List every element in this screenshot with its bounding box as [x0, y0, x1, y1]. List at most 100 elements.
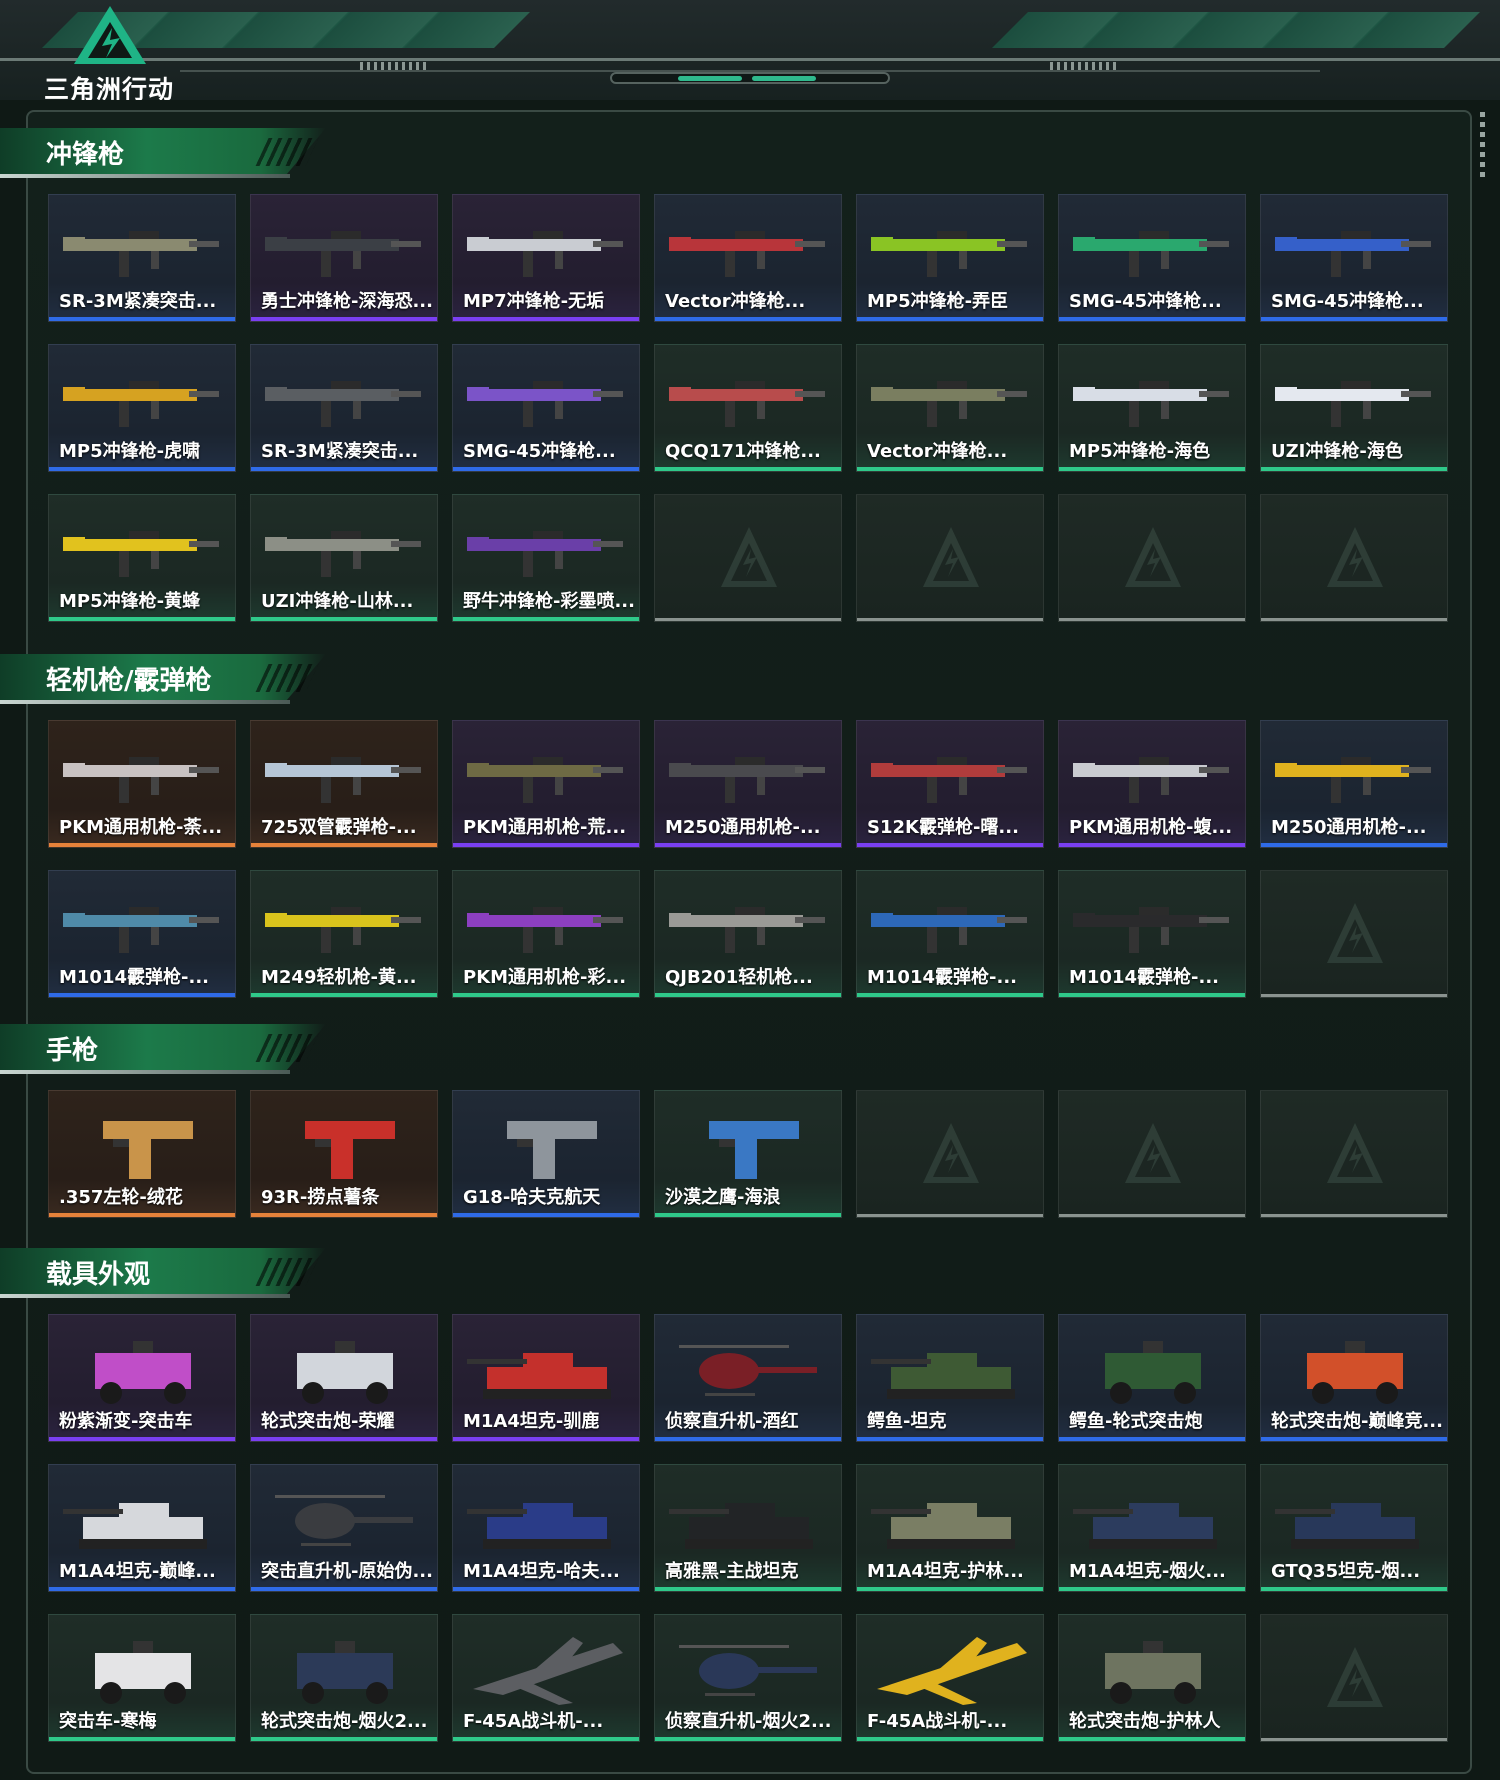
section-header-underline — [0, 1294, 290, 1298]
item-card[interactable]: S12K霰弹枪-曙... — [856, 720, 1044, 848]
item-card[interactable]: GTQ35坦克-烟... — [1260, 1464, 1448, 1592]
rarity-bar — [1261, 994, 1447, 997]
item-card[interactable]: M1014霰弹枪-... — [48, 870, 236, 998]
item-card[interactable]: .357左轮-绒花 — [48, 1090, 236, 1218]
item-card[interactable]: 725双管霰弹枪-... — [250, 720, 438, 848]
gun-skin-image — [1073, 381, 1229, 427]
rarity-bar — [453, 467, 639, 471]
pistol-skin-image — [709, 1121, 799, 1179]
item-card[interactable]: 鳄鱼-轮式突击炮 — [1058, 1314, 1246, 1442]
tank-skin-image — [467, 1503, 611, 1549]
item-card[interactable]: UZI冲锋枪-山林... — [250, 494, 438, 622]
item-card[interactable]: SR-3M紧凑突击... — [48, 194, 236, 322]
item-card[interactable]: M1A4坦克-护林... — [856, 1464, 1044, 1592]
item-card[interactable]: G18-哈夫克航天 — [452, 1090, 640, 1218]
item-card[interactable]: PKM通用机枪-彩... — [452, 870, 640, 998]
item-label: 轮式突击炮-荣耀 — [261, 1411, 395, 1432]
item-card[interactable]: 侦察直升机-烟火2... — [654, 1614, 842, 1742]
gun-skin-image — [265, 757, 421, 803]
item-card[interactable]: Vector冲锋枪... — [654, 194, 842, 322]
item-label: 轮式突击炮-护林人 — [1069, 1711, 1221, 1732]
item-card[interactable]: UZI冲锋枪-海色 — [1260, 344, 1448, 472]
rarity-bar — [1261, 1738, 1447, 1741]
rarity-bar — [1261, 843, 1447, 847]
item-card[interactable]: F-45A战斗机-... — [856, 1614, 1044, 1742]
rarity-bar — [655, 467, 841, 471]
item-card[interactable]: MP5冲锋枪-黄蜂 — [48, 494, 236, 622]
item-card[interactable]: M250通用机枪-... — [654, 720, 842, 848]
rarity-bar — [49, 1437, 235, 1441]
scrollbar[interactable] — [1480, 112, 1485, 178]
gun-skin-image — [265, 381, 421, 427]
item-card[interactable]: SMG-45冲锋枪... — [452, 344, 640, 472]
item-label: MP7冲锋枪-无垢 — [463, 291, 605, 312]
item-label: M250通用机枪-... — [665, 817, 821, 838]
item-card[interactable]: QCQ171冲锋枪... — [654, 344, 842, 472]
empty-slot-logo-icon — [1327, 1647, 1383, 1707]
item-card[interactable]: PKM通用机枪-荼... — [48, 720, 236, 848]
rarity-bar — [251, 1213, 437, 1217]
gun-skin-image — [265, 531, 421, 577]
item-card[interactable]: MP5冲锋枪-弄臣 — [856, 194, 1044, 322]
gun-skin-image — [1073, 757, 1229, 803]
rarity-bar — [655, 1587, 841, 1591]
heli-skin-image — [275, 1495, 413, 1546]
item-card[interactable]: PKM通用机枪-蝮... — [1058, 720, 1246, 848]
item-card[interactable]: 突击车-寒梅 — [48, 1614, 236, 1742]
rarity-bar — [857, 1214, 1043, 1217]
item-card[interactable]: 93R-捞点薯条 — [250, 1090, 438, 1218]
item-card[interactable]: 轮式突击炮-护林人 — [1058, 1614, 1246, 1742]
item-card[interactable]: MP7冲锋枪-无垢 — [452, 194, 640, 322]
item-label: 沙漠之鹰-海浪 — [665, 1187, 781, 1208]
item-card[interactable]: F-45A战斗机-... — [452, 1614, 640, 1742]
item-card[interactable]: 轮式突击炮-烟火2... — [250, 1614, 438, 1742]
item-card[interactable]: M1A4坦克-哈夫... — [452, 1464, 640, 1592]
rarity-bar — [49, 1213, 235, 1217]
rarity-bar — [453, 1437, 639, 1441]
pistol-skin-image — [305, 1121, 395, 1179]
item-card[interactable]: M250通用机枪-... — [1260, 720, 1448, 848]
rarity-bar — [857, 467, 1043, 471]
item-card[interactable]: M1A4坦克-驯鹿 — [452, 1314, 640, 1442]
item-card[interactable]: M1A4坦克-烟火... — [1058, 1464, 1246, 1592]
gun-skin-image — [1275, 757, 1431, 803]
item-card[interactable]: 突击直升机-原始伪... — [250, 1464, 438, 1592]
item-card[interactable]: MP5冲锋枪-海色 — [1058, 344, 1246, 472]
item-card[interactable]: 鳄鱼-坦克 — [856, 1314, 1044, 1442]
item-card[interactable]: 粉紫渐变-突击车 — [48, 1314, 236, 1442]
item-label: .357左轮-绒花 — [59, 1187, 183, 1208]
item-card[interactable]: SMG-45冲锋枪... — [1260, 194, 1448, 322]
item-card[interactable]: 轮式突击炮-巅峰竞... — [1260, 1314, 1448, 1442]
gun-skin-image — [1073, 231, 1229, 277]
jet-skin-image — [473, 1637, 623, 1705]
item-card[interactable]: 勇士冲锋枪-深海恐... — [250, 194, 438, 322]
item-card[interactable]: SMG-45冲锋枪... — [1058, 194, 1246, 322]
gun-skin-image — [63, 531, 219, 577]
item-card[interactable]: M1014霰弹枪-... — [856, 870, 1044, 998]
item-label: SMG-45冲锋枪... — [1271, 291, 1424, 312]
item-card[interactable]: MP5冲锋枪-虎啸 — [48, 344, 236, 472]
item-label: M1014霰弹枪-... — [59, 967, 209, 988]
item-card[interactable]: M1A4坦克-巅峰... — [48, 1464, 236, 1592]
item-card[interactable]: M249轻机枪-黄... — [250, 870, 438, 998]
item-card[interactable]: M1014霰弹枪-... — [1058, 870, 1246, 998]
item-card[interactable]: 沙漠之鹰-海浪 — [654, 1090, 842, 1218]
item-card[interactable]: 高雅黑-主战坦克 — [654, 1464, 842, 1592]
item-card[interactable]: SR-3M紧凑突击... — [250, 344, 438, 472]
rarity-bar — [251, 843, 437, 847]
rarity-bar — [251, 993, 437, 997]
rarity-bar — [655, 843, 841, 847]
rarity-bar — [1059, 993, 1245, 997]
item-card[interactable]: Vector冲锋枪... — [856, 344, 1044, 472]
item-card[interactable]: QJB201轻机枪... — [654, 870, 842, 998]
empty-item-slot — [856, 1090, 1044, 1218]
car-skin-image — [1105, 1641, 1201, 1704]
tank-skin-image — [669, 1503, 813, 1549]
item-label: 轮式突击炮-巅峰竞... — [1271, 1411, 1443, 1432]
rarity-bar — [1261, 618, 1447, 621]
item-card[interactable]: 侦察直升机-酒红 — [654, 1314, 842, 1442]
item-label: UZI冲锋枪-山林... — [261, 591, 414, 612]
item-card[interactable]: 轮式突击炮-荣耀 — [250, 1314, 438, 1442]
item-card[interactable]: 野牛冲锋枪-彩墨喷... — [452, 494, 640, 622]
item-card[interactable]: PKM通用机枪-荒... — [452, 720, 640, 848]
